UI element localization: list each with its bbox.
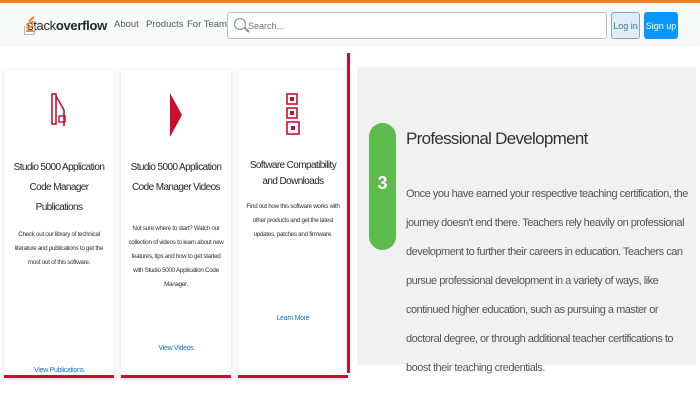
qr-code-icon xyxy=(286,93,300,135)
step-number: 3 xyxy=(377,173,388,193)
card-description: Not sure where to start? Watch our colle… xyxy=(128,225,224,288)
search-box[interactable] xyxy=(227,12,607,39)
step-number-badge: 3 xyxy=(369,123,396,250)
nav-for-teams[interactable]: For Teams xyxy=(187,19,232,30)
stackoverflow-logo[interactable]: stackoverflow xyxy=(24,12,107,38)
panel-title: Professional Development xyxy=(406,129,588,148)
view-publications-link[interactable]: View Publications xyxy=(4,367,114,374)
card-title: Studio 5000 Application Code Manager Vid… xyxy=(130,162,222,193)
card-videos: Studio 5000 Application Code Manager Vid… xyxy=(121,70,231,378)
card-description: Find out how this software works with ot… xyxy=(246,203,340,238)
card-title: Software Compatibility and Downloads xyxy=(249,160,337,187)
card-description: Check out our library of technical liter… xyxy=(14,231,104,266)
card-publications: Studio 5000 Application Code Manager Pub… xyxy=(4,70,114,378)
divider xyxy=(347,53,350,373)
nav-about[interactable]: About xyxy=(114,19,139,30)
search-input[interactable] xyxy=(248,13,598,38)
card-compatibility: Software Compatibility and Downloads Fin… xyxy=(238,70,348,378)
document-icon xyxy=(51,93,66,126)
play-icon xyxy=(170,93,182,137)
learn-more-link[interactable]: Learn More xyxy=(238,315,348,322)
top-navigation-bar: stackoverflow About Products For Teams L… xyxy=(0,0,700,44)
card-title: Studio 5000 Application Code Manager Pub… xyxy=(13,162,105,213)
signup-button[interactable]: Sign up xyxy=(644,12,678,39)
panel-body-text: Once you have earned your respective tea… xyxy=(406,188,688,374)
login-button[interactable]: Log in xyxy=(611,12,640,39)
search-icon xyxy=(234,18,246,30)
view-videos-link[interactable]: View Videos xyxy=(121,345,231,352)
logo-text: stackoverflow xyxy=(27,17,107,33)
nav-products[interactable]: Products xyxy=(146,19,184,30)
